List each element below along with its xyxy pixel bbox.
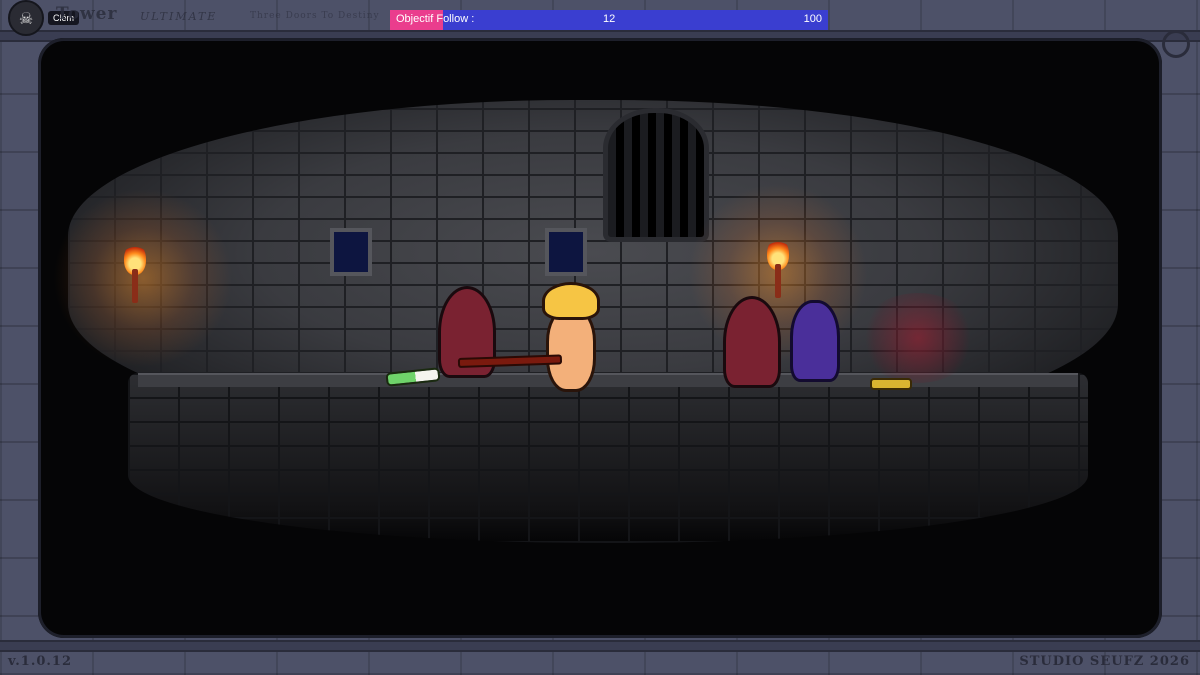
objective-progress-bar: Objectif Follow : 12 100 <box>390 10 828 30</box>
torch-icon <box>767 238 789 298</box>
game-title: Tower <box>56 4 118 24</box>
dungeon-floor <box>128 373 1088 543</box>
studio-label: STUDIO SEUFZ 2026 <box>1019 654 1190 669</box>
frame-rail-bottom <box>0 640 1200 652</box>
cultist-icon <box>723 296 781 388</box>
corner-ornament-icon <box>1162 30 1190 58</box>
goblin-icon <box>790 300 840 382</box>
game-tagline: Three Doors To Destiny <box>250 11 380 21</box>
avatar[interactable]: ☠ <box>8 0 44 36</box>
hero-hair <box>542 282 600 320</box>
game-subtitle: ULTIMATE <box>140 10 218 23</box>
torch-glow-left <box>53 188 233 368</box>
window-slit-left <box>330 228 372 276</box>
game-viewport[interactable] <box>38 38 1162 638</box>
window-slit-right <box>545 228 587 276</box>
coins-icon <box>870 378 912 390</box>
version-label: v.1.0.12 <box>8 654 73 669</box>
hero-icon <box>546 308 596 392</box>
grate-icon <box>603 108 709 242</box>
blood-splat <box>858 293 978 383</box>
objective-target: 100 <box>803 13 822 25</box>
objective-current: 12 <box>603 13 616 25</box>
torch-icon <box>124 243 146 303</box>
objective-label: Objectif Follow : <box>396 13 475 25</box>
